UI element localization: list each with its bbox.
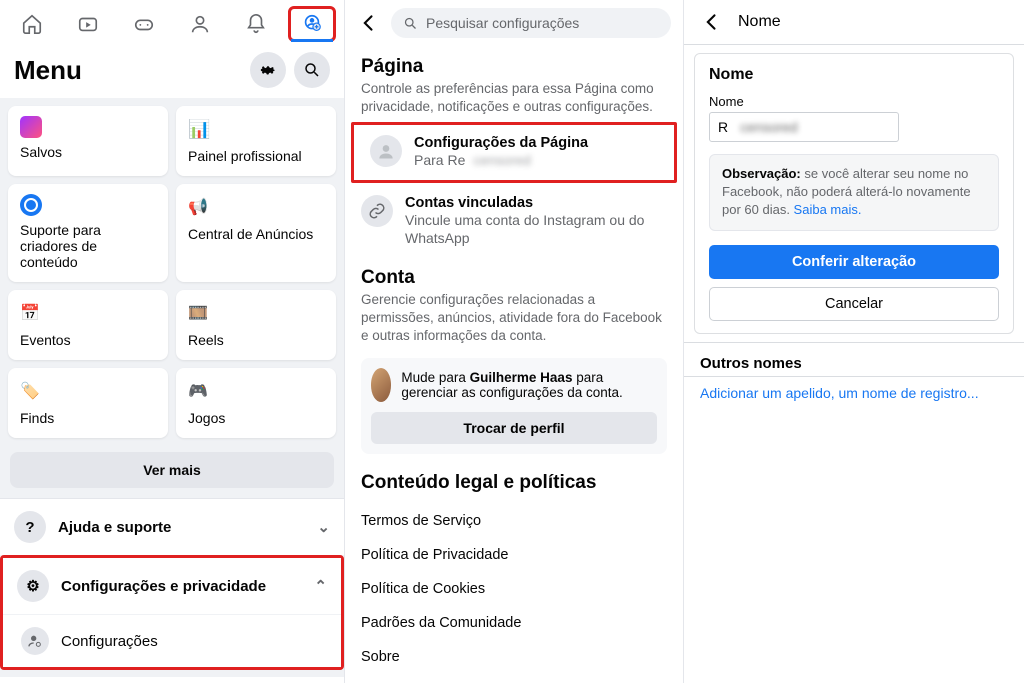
saved-icon xyxy=(20,116,42,138)
finds-card[interactable]: 🏷️Finds xyxy=(8,368,168,438)
name-header: Nome xyxy=(684,0,1024,44)
person-gear-icon xyxy=(21,627,49,655)
confirm-change-button[interactable]: Conferir alteração xyxy=(709,245,999,279)
search-button[interactable] xyxy=(294,52,330,88)
gaming-tab[interactable] xyxy=(120,6,168,42)
top-nav xyxy=(0,0,344,42)
megaphone-icon: 📢 xyxy=(188,194,214,220)
configurations-row[interactable]: Configurações xyxy=(3,614,341,667)
add-nickname-link[interactable]: Adicionar um apelido, um nome de registr… xyxy=(700,385,1008,401)
name-card: Nome Nome Rcensored Observação: se você … xyxy=(694,53,1014,334)
note-box: Observação: se você alterar seu nome no … xyxy=(709,154,999,231)
settings-privacy-highlight: ⚙ Configurações e privacidade ⌃ Configur… xyxy=(0,555,344,670)
support-icon xyxy=(20,194,42,216)
menu-tab-active[interactable] xyxy=(288,6,336,42)
question-icon: ? xyxy=(14,511,46,543)
name-panel: Nome Nome Nome Rcensored Observação: se … xyxy=(684,0,1024,683)
shortcuts-grid: Salvos 📊Painel profissional Suporte para… xyxy=(0,98,344,446)
settings-gear-button[interactable] xyxy=(250,52,286,88)
account-section: Conta Gerencie configurações relacionada… xyxy=(345,257,683,350)
settings-privacy-row[interactable]: ⚙ Configurações e privacidade ⌃ xyxy=(3,558,341,614)
link-icon xyxy=(361,195,393,227)
legal-item[interactable]: Política de Cookies xyxy=(361,572,667,606)
profile-switch-card: Mude para Guilherme Haas para gerenciar … xyxy=(361,358,667,454)
chevron-down-icon: ⌄ xyxy=(317,518,330,536)
pro-dashboard-card[interactable]: 📊Painel profissional xyxy=(176,106,336,176)
legal-item[interactable]: Termos de Serviço xyxy=(361,504,667,538)
gear-icon: ⚙ xyxy=(17,570,49,602)
profile-circle-icon xyxy=(370,135,402,167)
home-tab[interactable] xyxy=(8,6,56,42)
chart-icon: 📊 xyxy=(188,116,214,142)
settings-header: Pesquisar configurações xyxy=(345,0,683,46)
legal-item[interactable]: Política de Privacidade xyxy=(361,538,667,572)
name-field-label: Nome xyxy=(709,94,999,109)
linked-accounts-item[interactable]: Contas vinculadas Vincule uma conta do I… xyxy=(345,185,683,257)
profile-tab[interactable] xyxy=(176,6,224,42)
reels-icon: 🎞️ xyxy=(188,300,214,326)
page-section: Página Controle as preferências para ess… xyxy=(345,46,683,120)
legal-section: Conteúdo legal e políticas xyxy=(345,462,683,500)
back-button[interactable] xyxy=(357,11,381,35)
gamepad-icon: 🎮 xyxy=(188,378,214,404)
games-card[interactable]: 🎮Jogos xyxy=(176,368,336,438)
switch-profile-button[interactable]: Trocar de perfil xyxy=(371,412,657,444)
cancel-button[interactable]: Cancelar xyxy=(709,287,999,321)
calendar-icon: 📅 xyxy=(20,300,46,326)
page-settings-item[interactable]: Configurações da Página Para Recensored xyxy=(354,125,674,179)
reels-card[interactable]: 🎞️Reels xyxy=(176,290,336,360)
name-card-title: Nome xyxy=(709,66,999,84)
name-input[interactable]: Rcensored xyxy=(709,112,899,142)
saved-card[interactable]: Salvos xyxy=(8,106,168,176)
legal-item[interactable]: Padrões da Comunidade xyxy=(361,606,667,640)
legal-title: Conteúdo legal e políticas xyxy=(361,472,667,494)
notifications-tab[interactable] xyxy=(232,6,280,42)
search-input[interactable]: Pesquisar configurações xyxy=(391,8,671,38)
menu-header: Menu xyxy=(0,42,344,98)
search-icon xyxy=(403,16,418,31)
user-avatar xyxy=(371,368,391,402)
see-more-button[interactable]: Ver mais xyxy=(10,452,334,488)
menu-panel: Menu Salvos 📊Painel profissional Suporte… xyxy=(0,0,345,683)
video-tab[interactable] xyxy=(64,6,112,42)
chevron-up-icon: ⌃ xyxy=(314,577,327,595)
events-card[interactable]: 📅Eventos xyxy=(8,290,168,360)
settings-panel: Pesquisar configurações Página Controle … xyxy=(345,0,684,683)
account-title: Conta xyxy=(361,267,667,289)
back-button[interactable] xyxy=(700,10,724,34)
learn-more-link[interactable]: Saiba mais. xyxy=(794,202,862,217)
creator-support-card[interactable]: Suporte para criadores de conteúdo xyxy=(8,184,168,282)
legal-item[interactable]: Sobre xyxy=(361,640,667,674)
device-requests-row[interactable]: 📱 Solicitações de dispositivos xyxy=(0,676,344,683)
legal-list: Termos de Serviço Política de Privacidad… xyxy=(345,500,683,683)
tag-icon: 🏷️ xyxy=(20,378,46,404)
page-settings-highlight: Configurações da Página Para Recensored xyxy=(351,122,677,182)
menu-title: Menu xyxy=(14,55,82,86)
help-support-row[interactable]: ? Ajuda e suporte ⌄ xyxy=(0,498,344,555)
page-title: Página xyxy=(361,56,667,78)
other-names-title: Outros nomes xyxy=(700,355,1008,372)
ads-center-card[interactable]: 📢Central de Anúncios xyxy=(176,184,336,282)
